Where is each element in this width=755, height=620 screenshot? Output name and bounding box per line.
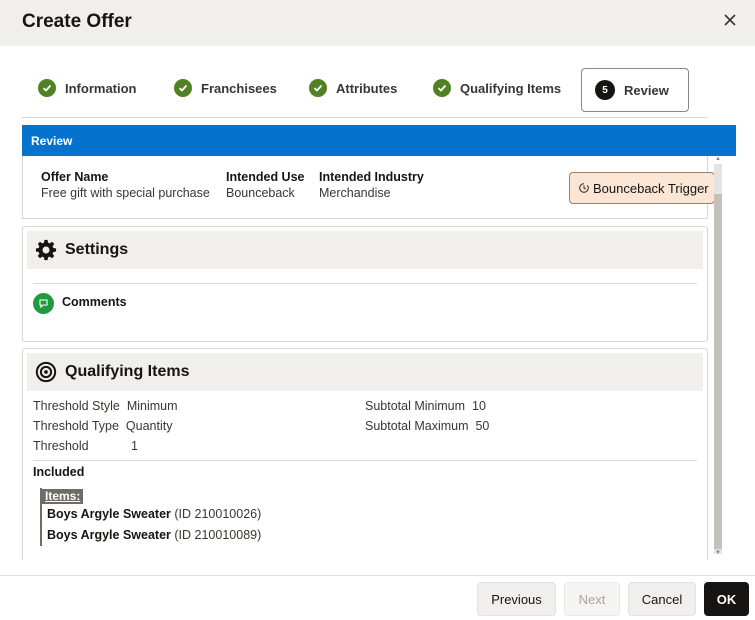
gear-icon: [35, 239, 57, 261]
vertical-scrollbar[interactable]: ▲ ▼: [714, 156, 736, 560]
field-label: Offer Name: [41, 170, 109, 184]
list-item: Boys Argyle Sweater (ID 210010089): [42, 525, 261, 546]
field-label: Intended Use: [226, 170, 305, 184]
step-qualifying-items[interactable]: Qualifying Items: [433, 66, 561, 110]
item-name: Boys Argyle Sweater: [47, 507, 171, 521]
step-review[interactable]: 5 Review: [581, 68, 689, 112]
included-items-list: Items: Boys Argyle Sweater (ID 210010026…: [40, 488, 261, 546]
item-name: Boys Argyle Sweater: [47, 528, 171, 542]
offer-name-field: Offer Name Free gift with special purcha…: [41, 169, 210, 201]
step-label: Franchisees: [201, 80, 277, 96]
dialog-header: Create Offer: [0, 0, 755, 46]
settings-title: Settings: [65, 241, 129, 258]
check-icon: [433, 79, 451, 97]
list-item: Boys Argyle Sweater (ID 210010026): [42, 504, 261, 525]
field-value: 50: [475, 419, 490, 433]
field-value: 1: [130, 439, 138, 453]
threshold-style-row: Threshold Style Minimum: [33, 396, 178, 416]
bounceback-trigger-button[interactable]: Bounceback Trigger: [569, 172, 715, 204]
field-value: Free gift with special purchase: [41, 186, 210, 200]
step-label: Information: [65, 80, 137, 96]
field-label: Intended Industry: [319, 170, 424, 184]
item-id: (ID 210010026): [174, 507, 262, 521]
settings-divider: [33, 283, 697, 284]
close-icon[interactable]: [722, 12, 738, 28]
comments-label: Comments: [62, 295, 127, 309]
items-tag: Items:: [42, 489, 84, 504]
threshold-row: Threshold 1: [33, 436, 138, 456]
threshold-type-row: Threshold Type Quantity: [33, 416, 172, 436]
check-icon: [309, 79, 327, 97]
settings-header: Settings: [27, 231, 703, 269]
qualifying-items-title: Qualifying Items: [65, 363, 190, 380]
subtotal-maximum-row: Subtotal Maximum 50: [365, 416, 489, 436]
included-label: Included: [33, 465, 85, 479]
comment-icon: [33, 293, 54, 314]
field-value: Quantity: [125, 419, 173, 433]
dialog-footer: Previous Next Cancel OK: [0, 575, 755, 620]
qualifying-divider: [33, 460, 697, 461]
next-button[interactable]: Next: [564, 582, 620, 616]
intended-use-field: Intended Use Bounceback: [226, 169, 305, 201]
previous-button[interactable]: Previous: [477, 582, 556, 616]
ok-button[interactable]: OK: [704, 582, 749, 616]
train-divider: [22, 117, 708, 118]
step-train: Information Franchisees Attributes Quali…: [22, 66, 708, 114]
field-value: Bounceback: [226, 186, 295, 200]
settings-panel: Settings Comments: [22, 226, 708, 342]
check-icon: [174, 79, 192, 97]
comments-row[interactable]: Comments: [33, 293, 127, 314]
step-label: Attributes: [336, 80, 398, 96]
scroll-down-icon[interactable]: ▼: [715, 550, 721, 556]
step-label: Review: [624, 82, 669, 98]
field-label: Subtotal Maximum: [365, 419, 469, 433]
item-id: (ID 210010089): [174, 528, 262, 542]
step-number-badge: 5: [595, 80, 615, 100]
field-label: Threshold: [33, 439, 89, 453]
qualifying-items-header: Qualifying Items: [27, 353, 703, 391]
review-header: Review: [22, 125, 736, 156]
target-icon: [35, 361, 57, 383]
step-information[interactable]: Information: [38, 66, 137, 110]
field-value: Merchandise: [319, 186, 391, 200]
review-content: Offer Name Free gift with special purcha…: [22, 156, 736, 560]
subtotal-minimum-row: Subtotal Minimum 10: [365, 396, 486, 416]
cancel-button[interactable]: Cancel: [628, 582, 696, 616]
qualifying-items-panel: Qualifying Items Threshold Style Minimum…: [22, 348, 708, 560]
check-icon: [38, 79, 56, 97]
field-label: Threshold Style: [33, 399, 120, 413]
dialog-title: Create Offer: [22, 11, 132, 32]
field-label: Subtotal Minimum: [365, 399, 466, 413]
scroll-up-icon[interactable]: ▲: [715, 156, 721, 162]
step-attributes[interactable]: Attributes: [309, 66, 397, 110]
field-value: 10: [472, 399, 486, 413]
intended-industry-field: Intended Industry Merchandise: [319, 169, 424, 201]
step-label: Qualifying Items: [460, 80, 562, 96]
field-value: Minimum: [126, 399, 178, 413]
trigger-icon: [579, 183, 589, 193]
scrollbar-thumb[interactable]: [714, 194, 722, 549]
field-label: Threshold Type: [33, 419, 119, 433]
offer-summary: Offer Name Free gift with special purcha…: [22, 156, 715, 219]
trigger-label: Bounceback Trigger: [593, 180, 709, 196]
step-franchisees[interactable]: Franchisees: [174, 66, 277, 110]
